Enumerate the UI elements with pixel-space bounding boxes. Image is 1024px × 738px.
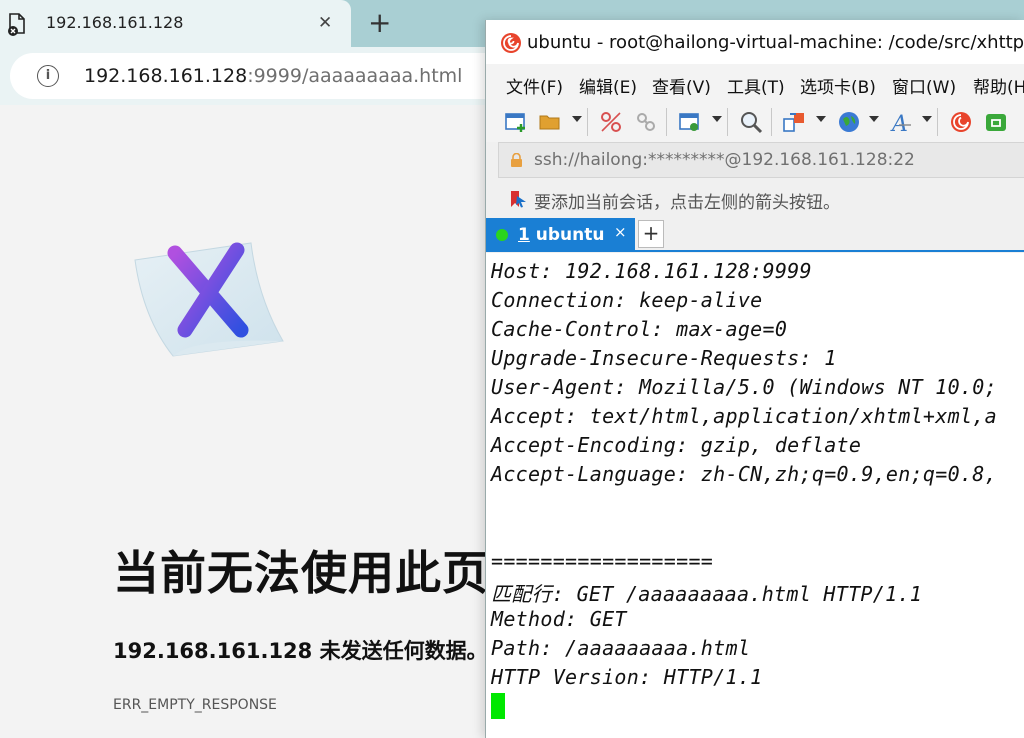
properties-dropdown-icon[interactable]: [712, 116, 722, 122]
terminal-line: HTTP Version: HTTP/1.1: [491, 665, 763, 689]
terminal-line: Cache-Control: max-age=0: [491, 317, 788, 341]
terminal-line: Upgrade-Insecure-Requests: 1: [491, 346, 837, 370]
font-icon[interactable]: A: [890, 110, 914, 134]
reconnect-icon[interactable]: [634, 110, 658, 134]
terminal-line: 匹配行: GET /aaaaaaaaa.html HTTP/1.1: [491, 582, 923, 606]
terminal-line: Connection: keep-alive: [491, 288, 763, 312]
info-icon[interactable]: i: [37, 65, 59, 87]
properties-icon[interactable]: [678, 110, 702, 134]
toolbar-separator: [727, 108, 728, 136]
xftp-icon[interactable]: [984, 110, 1008, 134]
terminal-line: Host: 192.168.161.128:9999: [491, 259, 812, 283]
add-session-arrow-icon[interactable]: [509, 190, 527, 208]
toolbar: A: [486, 102, 1024, 142]
browser-tab[interactable]: 192.168.161.128 ✕: [0, 0, 351, 47]
terminal-line: Method: GET: [491, 607, 627, 631]
page-error-icon: [8, 13, 25, 36]
session-hint-bar: 要添加当前会话，点击左侧的箭头按钮。: [498, 182, 1024, 216]
terminal-line: Accept-Encoding: gzip, deflate: [491, 433, 862, 457]
svg-text:A: A: [890, 112, 908, 134]
xshell-window: ubuntu - root@hailong-virtual-machine: /…: [485, 20, 1024, 738]
terminal-line: User-Agent: Mozilla/5.0 (Windows NT 10.0…: [491, 375, 997, 399]
globe-dropdown-icon[interactable]: [869, 116, 879, 122]
transfer-dropdown-icon[interactable]: [816, 116, 826, 122]
toolbar-separator: [771, 108, 772, 136]
menu-window[interactable]: 窗口(W): [892, 73, 956, 98]
session-tab-number: 1: [518, 225, 530, 245]
session-hint-text: 要添加当前会话，点击左侧的箭头按钮。: [534, 193, 840, 213]
terminal-cursor: [491, 693, 505, 719]
new-session-icon[interactable]: [504, 110, 528, 134]
error-x-icon: [134, 242, 284, 357]
session-tab-close-button[interactable]: ×: [614, 223, 627, 241]
url-path: :9999/aaaaaaaaa.html: [247, 65, 463, 87]
xshell-titlebar[interactable]: ubuntu - root@hailong-virtual-machine: /…: [486, 20, 1024, 64]
menu-bar: 文件(F) 编辑(E) 查看(V) 工具(T) 选项卡(B) 窗口(W) 帮助(…: [486, 64, 1024, 102]
globe-icon[interactable]: [837, 110, 861, 134]
font-dropdown-icon[interactable]: [922, 116, 932, 122]
terminal-line: Accept: text/html,application/xhtml+xml,…: [491, 404, 997, 428]
menu-help[interactable]: 帮助(H: [973, 73, 1024, 98]
window-title: ubuntu - root@hailong-virtual-machine: /…: [527, 32, 1024, 53]
new-tab-button[interactable]: +: [368, 8, 391, 38]
xshell-app-icon: [501, 33, 521, 53]
session-address: ssh://hailong:*********@192.168.161.128:…: [534, 150, 915, 170]
error-code: ERR_EMPTY_RESPONSE: [113, 697, 277, 713]
error-heading: 当前无法使用此页: [113, 546, 489, 600]
session-tab-label: 1 ubuntu: [518, 225, 604, 245]
terminal-line: Path: /aaaaaaaaa.html: [491, 636, 751, 660]
session-tab-name: ubuntu: [535, 225, 605, 245]
terminal-line: Accept-Language: zh-CN,zh;q=0.9,en;q=0.8…: [491, 462, 997, 486]
menu-edit[interactable]: 编辑(E): [579, 73, 637, 98]
session-tab-ubuntu[interactable]: 1 ubuntu ×: [486, 218, 635, 252]
lock-icon: [511, 153, 522, 167]
connected-status-icon: [496, 229, 508, 241]
session-tabbar: 1 ubuntu × +: [486, 218, 1024, 252]
toolbar-separator: [937, 108, 938, 136]
url-text[interactable]: 192.168.161.128:9999/aaaaaaaaa.html: [84, 65, 462, 87]
session-address-bar[interactable]: ssh://hailong:*********@192.168.161.128:…: [498, 142, 1024, 178]
open-folder-icon[interactable]: [538, 110, 562, 134]
new-session-tab-button[interactable]: +: [638, 220, 664, 248]
url-host: 192.168.161.128: [84, 65, 248, 87]
search-icon[interactable]: [739, 110, 763, 134]
disconnect-icon[interactable]: [599, 110, 623, 134]
toolbar-separator: [587, 108, 588, 136]
open-dropdown-icon[interactable]: [572, 116, 582, 122]
tab-close-button[interactable]: ✕: [318, 14, 332, 32]
transfer-icon[interactable]: [782, 110, 806, 134]
terminal-line: ==================: [491, 549, 714, 573]
toolbar-separator: [666, 108, 667, 136]
menu-tabs[interactable]: 选项卡(B): [800, 73, 876, 98]
xshell-icon[interactable]: [949, 110, 973, 134]
tab-title: 192.168.161.128: [46, 13, 184, 32]
menu-view[interactable]: 查看(V): [652, 73, 711, 98]
error-message: 192.168.161.128 未发送任何数据。: [113, 639, 488, 663]
menu-file[interactable]: 文件(F): [506, 73, 563, 98]
menu-tools[interactable]: 工具(T): [727, 73, 785, 98]
terminal[interactable]: Host: 192.168.161.128:9999 Connection: k…: [486, 253, 1024, 738]
